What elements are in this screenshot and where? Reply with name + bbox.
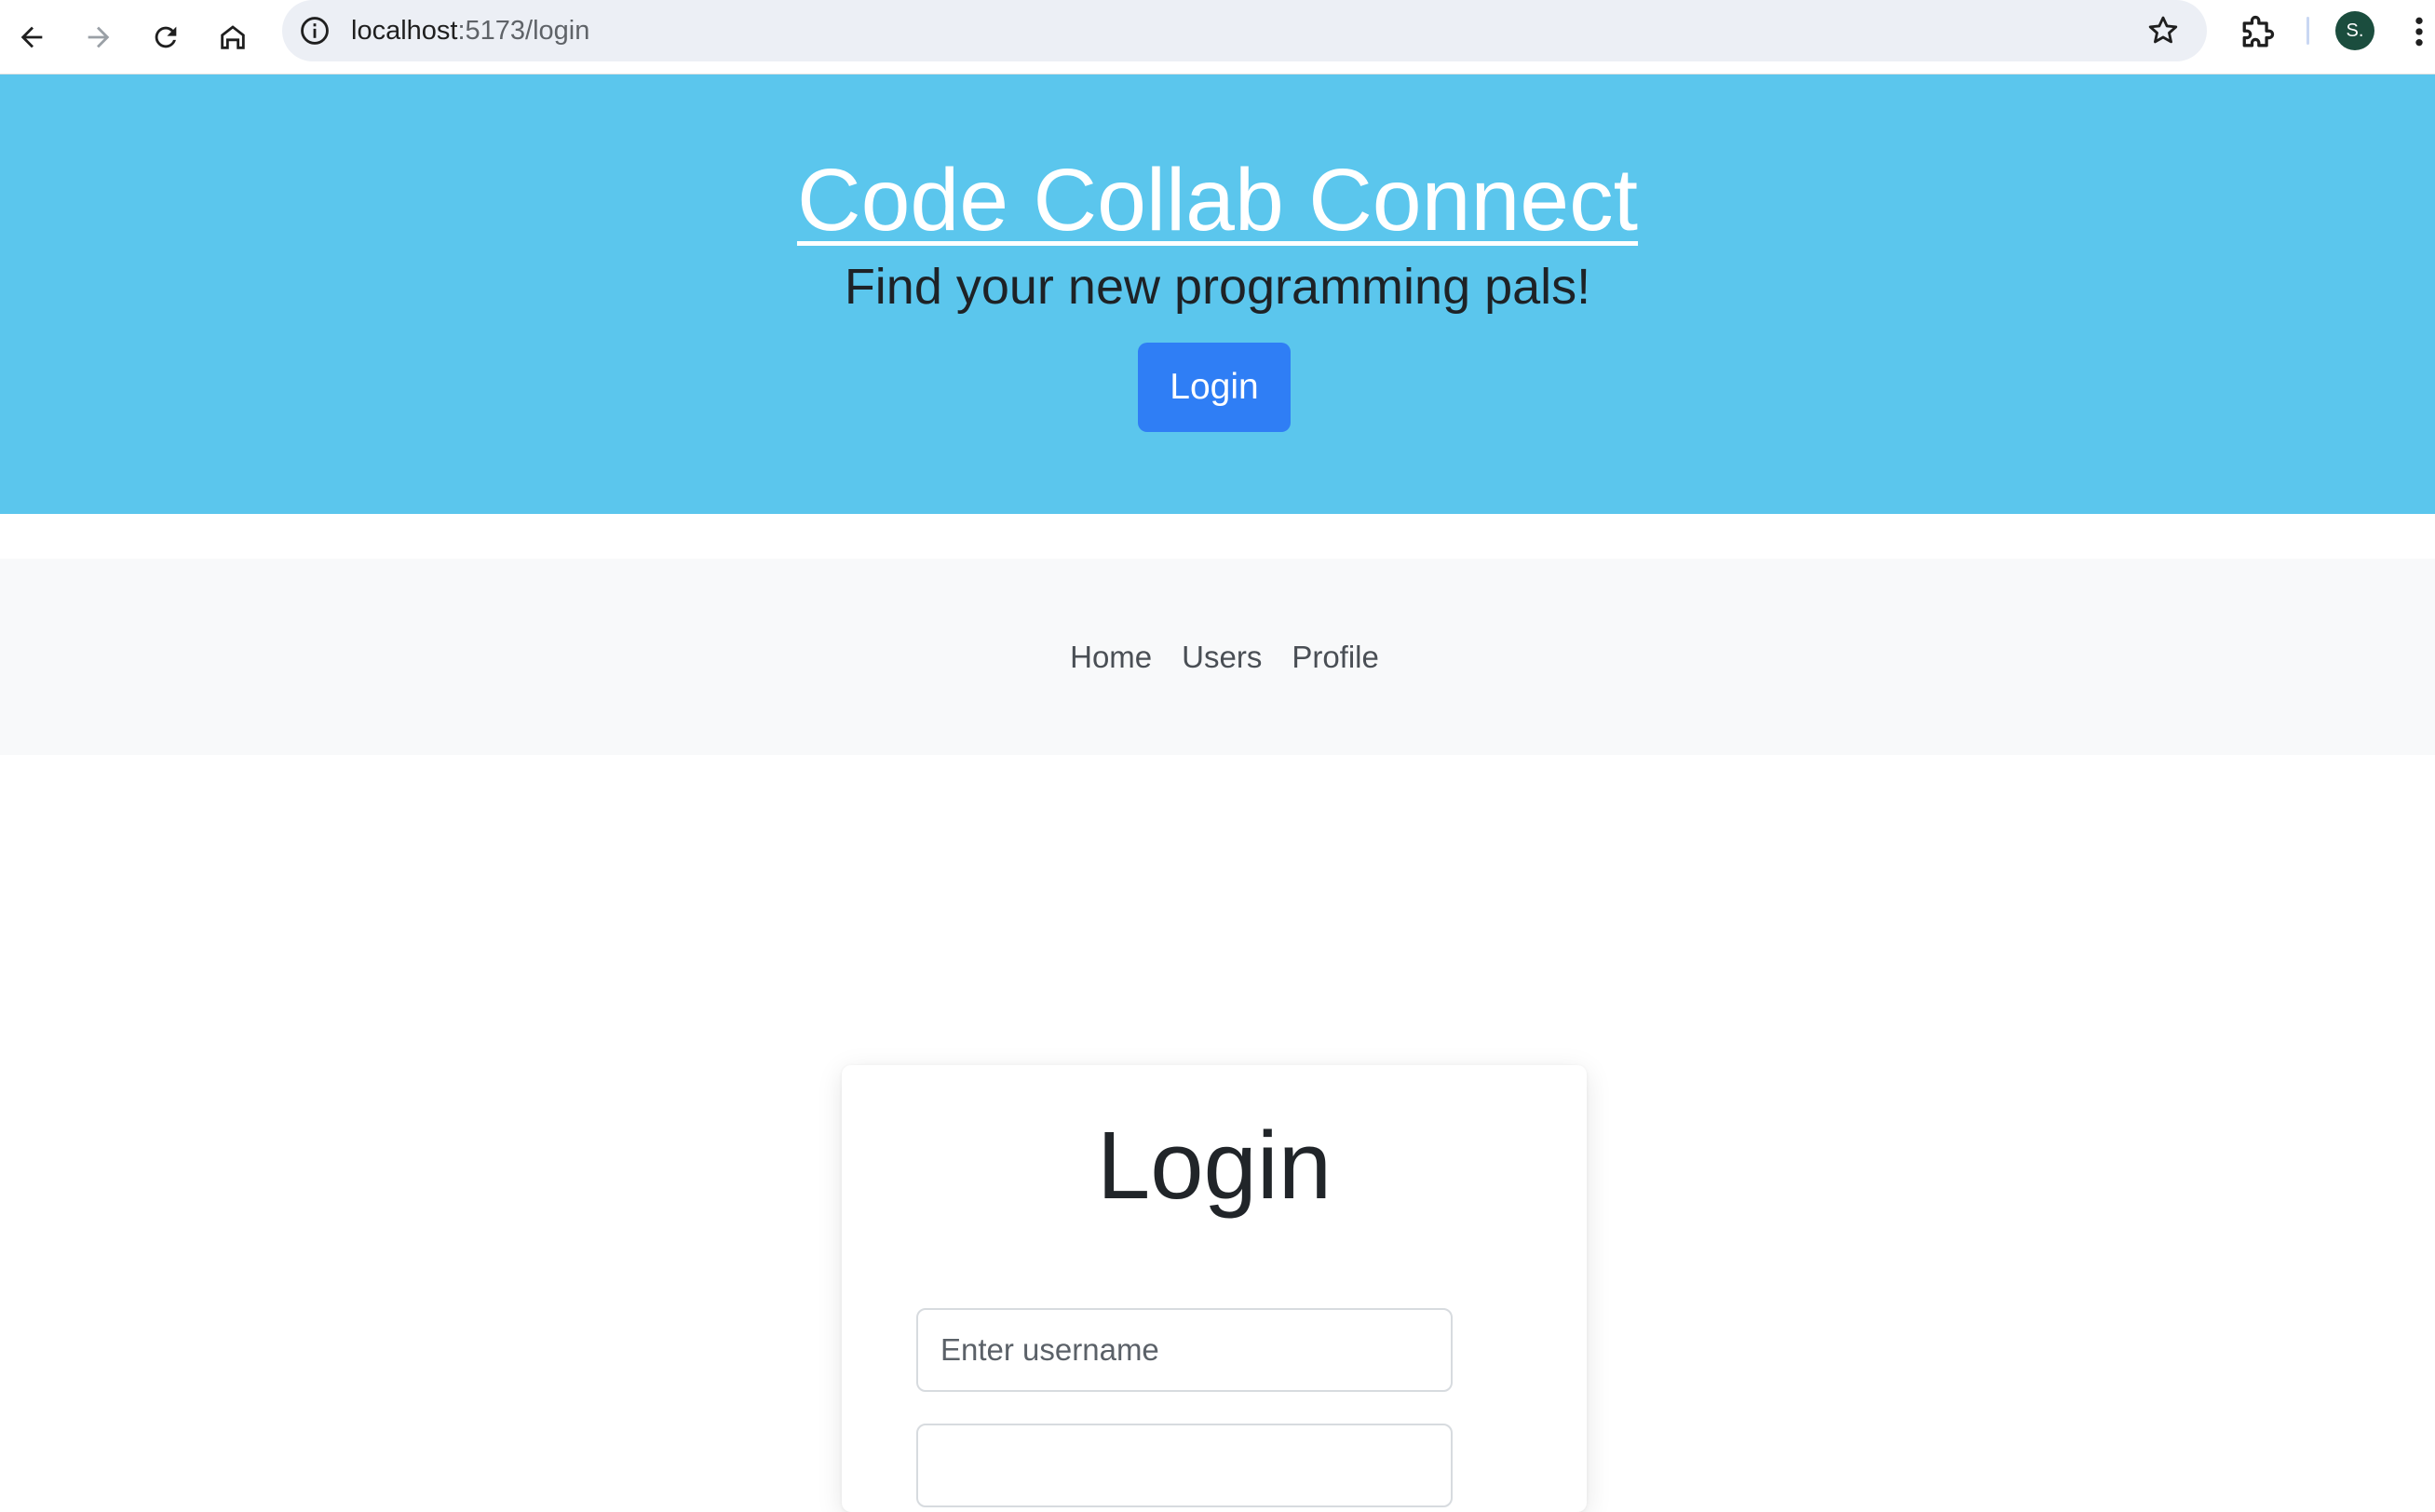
nav-link-home[interactable]: Home xyxy=(1070,640,1152,675)
site-title-link[interactable]: Code Collab Connect xyxy=(0,149,2435,251)
forward-button[interactable] xyxy=(73,11,125,63)
url-host: localhost xyxy=(351,16,458,46)
url-text[interactable]: localhost:5173/login xyxy=(351,0,589,61)
reload-icon xyxy=(155,26,177,48)
info-icon[interactable] xyxy=(299,15,331,47)
profile-avatar[interactable]: S. xyxy=(2335,11,2374,50)
nav-links: Home Users Profile xyxy=(0,559,2435,755)
back-button[interactable] xyxy=(6,11,58,63)
hero-login-button[interactable]: Login xyxy=(1138,343,1291,432)
navigation-bar: Home Users Profile xyxy=(0,559,2435,755)
url-path: :5173/login xyxy=(457,16,590,46)
username-input[interactable] xyxy=(916,1308,1453,1392)
home-button[interactable] xyxy=(207,11,259,63)
hero-subtitle: Find your new programming pals! xyxy=(844,259,1591,315)
forward-arrow-icon xyxy=(88,26,110,48)
nav-link-profile[interactable]: Profile xyxy=(1292,640,1379,675)
login-card: Login xyxy=(842,1065,1587,1512)
browser-toolbar: localhost:5173/login S. xyxy=(0,0,2435,74)
toolbar-separator xyxy=(2306,17,2309,45)
back-arrow-icon xyxy=(20,26,43,48)
nav-link-users[interactable]: Users xyxy=(1182,640,1262,675)
kebab-menu-icon[interactable] xyxy=(2410,13,2428,50)
login-heading: Login xyxy=(1096,1112,1332,1219)
password-input[interactable] xyxy=(916,1424,1453,1507)
hero-banner: Code Collab Connect Find your new progra… xyxy=(0,74,2435,514)
star-icon[interactable] xyxy=(2145,13,2181,48)
home-icon xyxy=(221,25,245,49)
reload-button[interactable] xyxy=(140,11,192,63)
puzzle-icon[interactable] xyxy=(2237,13,2278,54)
address-bar[interactable]: localhost:5173/login xyxy=(282,0,2207,61)
